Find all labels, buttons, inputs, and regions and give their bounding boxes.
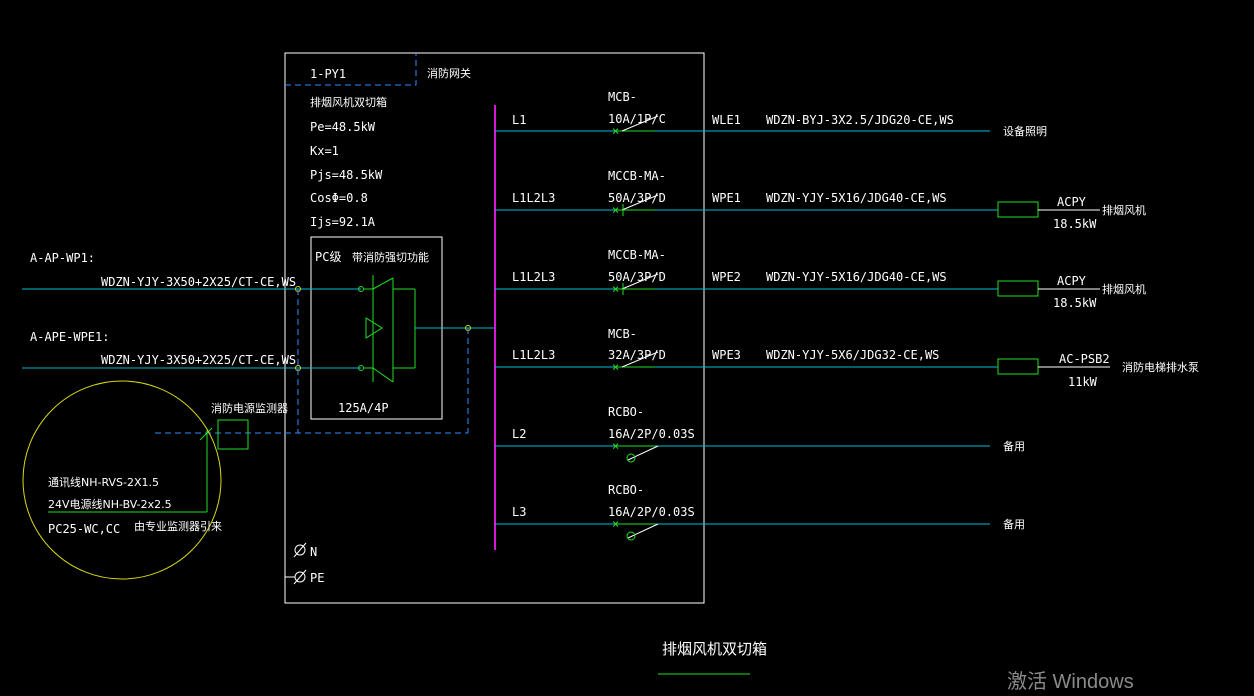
- breaker-rating: 16A/2P/0.03S: [608, 505, 695, 519]
- circuit-cable: WDZN-YJY-5X16/JDG40-CE,WS: [766, 270, 947, 284]
- load-name: ACPY: [1057, 274, 1087, 288]
- single-line-diagram: 1-PY1 消防网关 排烟风机双切箱 Pe=48.5kW Kx=1 Pjs=48…: [22, 52, 1199, 693]
- param-cos: CosΦ=0.8: [310, 191, 368, 205]
- fire-monitor-label: 消防电源监测器: [211, 401, 288, 415]
- load-box: [997, 280, 1039, 297]
- circuit-row: × L2 RCBO- 16A/2P/0.03S 备用: [495, 405, 1025, 463]
- ats-rating: 125A/4P: [338, 401, 389, 415]
- ats-label: PC级: [315, 250, 341, 264]
- breaker-type: MCCB-MA-: [608, 169, 666, 183]
- circuit-phase: L3: [512, 505, 526, 519]
- circuit-row: × L1 MCB- 10A/1P/C WLE1 WDZN-BYJ-3X2.5/J…: [495, 90, 1047, 138]
- terminal-pe: PE: [285, 569, 324, 585]
- breaker-rating: 50A/3P/D: [608, 270, 666, 284]
- monitor-comm-line: 通讯线NH-RVS-2X1.5: [48, 475, 159, 489]
- svg-text:×: ×: [612, 439, 619, 453]
- load-desc: 备用: [1003, 439, 1025, 453]
- load-desc: 排烟风机: [1102, 203, 1146, 217]
- svg-text:×: ×: [612, 282, 619, 296]
- load-desc: 备用: [1003, 517, 1025, 531]
- monitor-power-line: 24V电源线NH-BV-2x2.5: [48, 497, 172, 511]
- load-power: 18.5kW: [1053, 217, 1097, 231]
- panel-note: 消防网关: [427, 66, 471, 80]
- param-pe: Pe=48.5kW: [310, 120, 376, 134]
- incoming-cable-1: WDZN-YJY-3X50+2X25/CT-CE,WS: [101, 275, 296, 289]
- load-name: AC-PSB2: [1059, 352, 1110, 366]
- panel-id: 1-PY1: [310, 67, 346, 81]
- circuit-cable: WDZN-BYJ-3X2.5/JDG20-CE,WS: [766, 113, 954, 127]
- breaker-type: RCBO-: [608, 483, 644, 497]
- breaker-rating: 10A/1P/C: [608, 112, 666, 126]
- circuit-cable: WDZN-YJY-5X6/JDG32-CE,WS: [766, 348, 939, 362]
- circuit-row: × L1L2L3 MCB- 32A/3P/D WPE3 WDZN-YJY-5X6…: [495, 327, 1199, 389]
- breaker-type: MCCB-MA-: [608, 248, 666, 262]
- circuit-phase: L1L2L3: [512, 270, 555, 284]
- param-ijs: Ijs=92.1A: [310, 215, 376, 229]
- monitor-note: 由专业监测器引来: [134, 519, 222, 533]
- activation-watermark: 激活 Windows: [1007, 670, 1134, 693]
- monitor-conduit: PC25-WC,CC: [48, 522, 120, 536]
- svg-text:×: ×: [612, 517, 619, 531]
- load-power: 11kW: [1068, 375, 1098, 389]
- svg-text:×: ×: [612, 124, 619, 138]
- svg-text:N: N: [310, 545, 317, 559]
- fire-monitor-device: [217, 419, 249, 450]
- ats-desc: 带消防强切功能: [352, 250, 429, 264]
- circuit-id: WLE1: [712, 113, 741, 127]
- circuit-phase: L1L2L3: [512, 191, 555, 205]
- load-desc: 消防电梯排水泵: [1122, 360, 1199, 374]
- load-box: [997, 358, 1039, 375]
- breaker-rating: 50A/3P/D: [608, 191, 666, 205]
- incoming-cable-2: WDZN-YJY-3X50+2X25/CT-CE,WS: [101, 353, 296, 367]
- circuit-row: × L1L2L3 MCCB-MA- 50A/3P/D WPE2 WDZN-YJY…: [495, 248, 1146, 310]
- circuit-row: × L3 RCBO- 16A/2P/0.03S 备用: [495, 483, 1025, 541]
- circuit-id: WPE1: [712, 191, 741, 205]
- panel-id-box: [285, 53, 417, 86]
- incoming-source-2: A-APE-WPE1:: [30, 330, 109, 344]
- circuit-cable: WDZN-YJY-5X16/JDG40-CE,WS: [766, 191, 947, 205]
- param-pjs: Pjs=48.5kW: [310, 168, 383, 182]
- svg-text:PE: PE: [310, 571, 324, 585]
- breaker-rating: 16A/2P/0.03S: [608, 427, 695, 441]
- breaker-type: RCBO-: [608, 405, 644, 419]
- circuit-phase: L1L2L3: [512, 348, 555, 362]
- breaker-type: MCB-: [608, 90, 637, 104]
- circuit-phase: L2: [512, 427, 526, 441]
- diagram-title: 排烟风机双切箱: [662, 640, 767, 658]
- incoming-source-1: A-AP-WP1:: [30, 251, 95, 265]
- param-kx: Kx=1: [310, 144, 339, 158]
- breaker-rating: 32A/3P/D: [608, 348, 666, 362]
- breaker-type: MCB-: [608, 327, 637, 341]
- load-box: [997, 201, 1039, 218]
- ats-switch-symbol: [358, 275, 416, 383]
- load-power: 18.5kW: [1053, 296, 1097, 310]
- load-name: ACPY: [1057, 195, 1087, 209]
- terminal-n: N: [293, 542, 317, 559]
- circuit-row: × L1L2L3 MCCB-MA- 50A/3P/D WPE1 WDZN-YJY…: [495, 169, 1146, 231]
- panel-name: 排烟风机双切箱: [310, 95, 387, 109]
- svg-text:×: ×: [612, 203, 619, 217]
- load-desc: 排烟风机: [1102, 282, 1146, 296]
- svg-text:×: ×: [612, 360, 619, 374]
- circuit-id: WPE3: [712, 348, 741, 362]
- circuit-phase: L1: [512, 113, 526, 127]
- circuit-id: WPE2: [712, 270, 741, 284]
- load-desc: 设备照明: [1003, 124, 1047, 138]
